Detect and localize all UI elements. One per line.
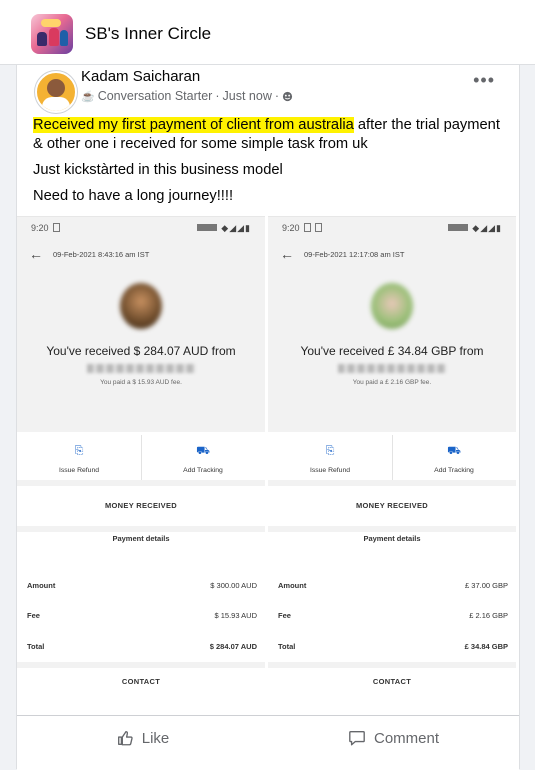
transaction-date: 09-Feb-2021 8:43:16 am IST (53, 250, 150, 259)
add-tracking-button: ⛟ Add Tracking (141, 435, 265, 480)
comment-label: Comment (373, 729, 440, 747)
volte-icon (197, 224, 218, 231)
transaction-actions: ⎘ Issue Refund ⛟ Add Tracking (17, 435, 265, 481)
refund-icon: ⎘ (325, 445, 335, 457)
money-received-label: MONEY RECEIVED (268, 486, 516, 526)
post-meta: ☕ Conversation Starter · Just now · (81, 89, 293, 103)
blurred-sender-name (87, 364, 195, 373)
fee-note: You paid a £ 2.16 GBP fee. (352, 379, 432, 386)
group-logo[interactable] (31, 14, 73, 54)
group-header: SB's Inner Circle (0, 0, 535, 65)
status-bar-icons: ◆◢◢▮ (448, 223, 502, 234)
author-avatar[interactable] (35, 71, 77, 113)
author-name[interactable]: Kadam Saicharan (81, 68, 200, 85)
contact-label: CONTACT (372, 677, 412, 686)
truck-icon: ⛟ (447, 445, 461, 457)
transaction-actions: ⎘ Issue Refund ⛟ Add Tracking (268, 435, 516, 481)
coffee-icon: ☕ (81, 90, 95, 103)
post-actions-bar: Like Comment (17, 715, 519, 770)
group-name[interactable]: SB's Inner Circle (85, 24, 211, 44)
received-amount-text: You've received £ 34.84 GBP from (300, 344, 484, 358)
issue-refund-button: ⎘ Issue Refund (268, 435, 393, 480)
meta-separator: · (215, 89, 220, 103)
received-amount-text: You've received $ 284.07 AUD from (46, 344, 236, 358)
transaction-date: 09-Feb-2021 12:17:08 am IST (304, 250, 405, 259)
post-line-2: Just kickstàrted in this business model (33, 162, 283, 178)
battery-icon (303, 223, 311, 232)
money-received-label: MONEY RECEIVED (17, 486, 265, 526)
issue-refund-button: ⎘ Issue Refund (17, 435, 142, 480)
comment-button[interactable]: Comment (268, 716, 519, 760)
post-text: Received my first payment of client from… (33, 116, 503, 213)
payment-details-title: Payment details (363, 534, 421, 543)
payment-screenshot-gbp[interactable]: 9:20 ◆◢◢▮ ← 09-Feb-2021 12:17:08 am IST … (268, 216, 516, 717)
image-icon (314, 223, 322, 232)
blurred-sender-name (338, 364, 446, 373)
highlighted-text: Received my first payment of client from… (33, 117, 354, 133)
like-button[interactable]: Like (17, 716, 268, 760)
blurred-sender-avatar (371, 283, 413, 329)
status-bar-time: 9:20 (282, 223, 322, 233)
back-arrow-icon: ← (280, 246, 294, 262)
meta-separator: · (274, 89, 280, 103)
back-arrow-icon: ← (29, 246, 43, 262)
group-audience-icon (282, 91, 293, 101)
post-time[interactable]: Just now (223, 89, 272, 103)
fee-note: You paid a $ 15.93 AUD fee. (100, 379, 182, 386)
refund-icon: ⎘ (74, 445, 84, 457)
battery-icon (52, 223, 60, 232)
blurred-sender-avatar (120, 283, 162, 329)
author-badge: Conversation Starter (97, 89, 213, 103)
like-label: Like (141, 729, 170, 747)
signal-icon: ◆◢◢▮ (221, 223, 251, 233)
status-bar-icons: ◆◢◢▮ (197, 223, 251, 234)
volte-icon (448, 224, 469, 231)
payment-details-title: Payment details (112, 534, 170, 543)
thumbs-up-icon (117, 731, 133, 746)
more-options-button[interactable]: ••• (473, 71, 495, 89)
add-tracking-button: ⛟ Add Tracking (392, 435, 516, 480)
payment-screenshot-aud[interactable]: 9:20 ◆◢◢▮ ← 09-Feb-2021 8:43:16 am IST Y… (17, 216, 265, 717)
contact-label: CONTACT (121, 677, 161, 686)
status-bar-time: 9:20 (31, 223, 60, 233)
signal-icon: ◆◢◢▮ (472, 223, 502, 233)
truck-icon: ⛟ (196, 445, 210, 457)
post-line-3: Need to have a long journey!!!! (33, 188, 234, 204)
comment-icon (349, 731, 365, 746)
post-card: Kadam Saicharan ☕ Conversation Starter ·… (16, 65, 520, 770)
